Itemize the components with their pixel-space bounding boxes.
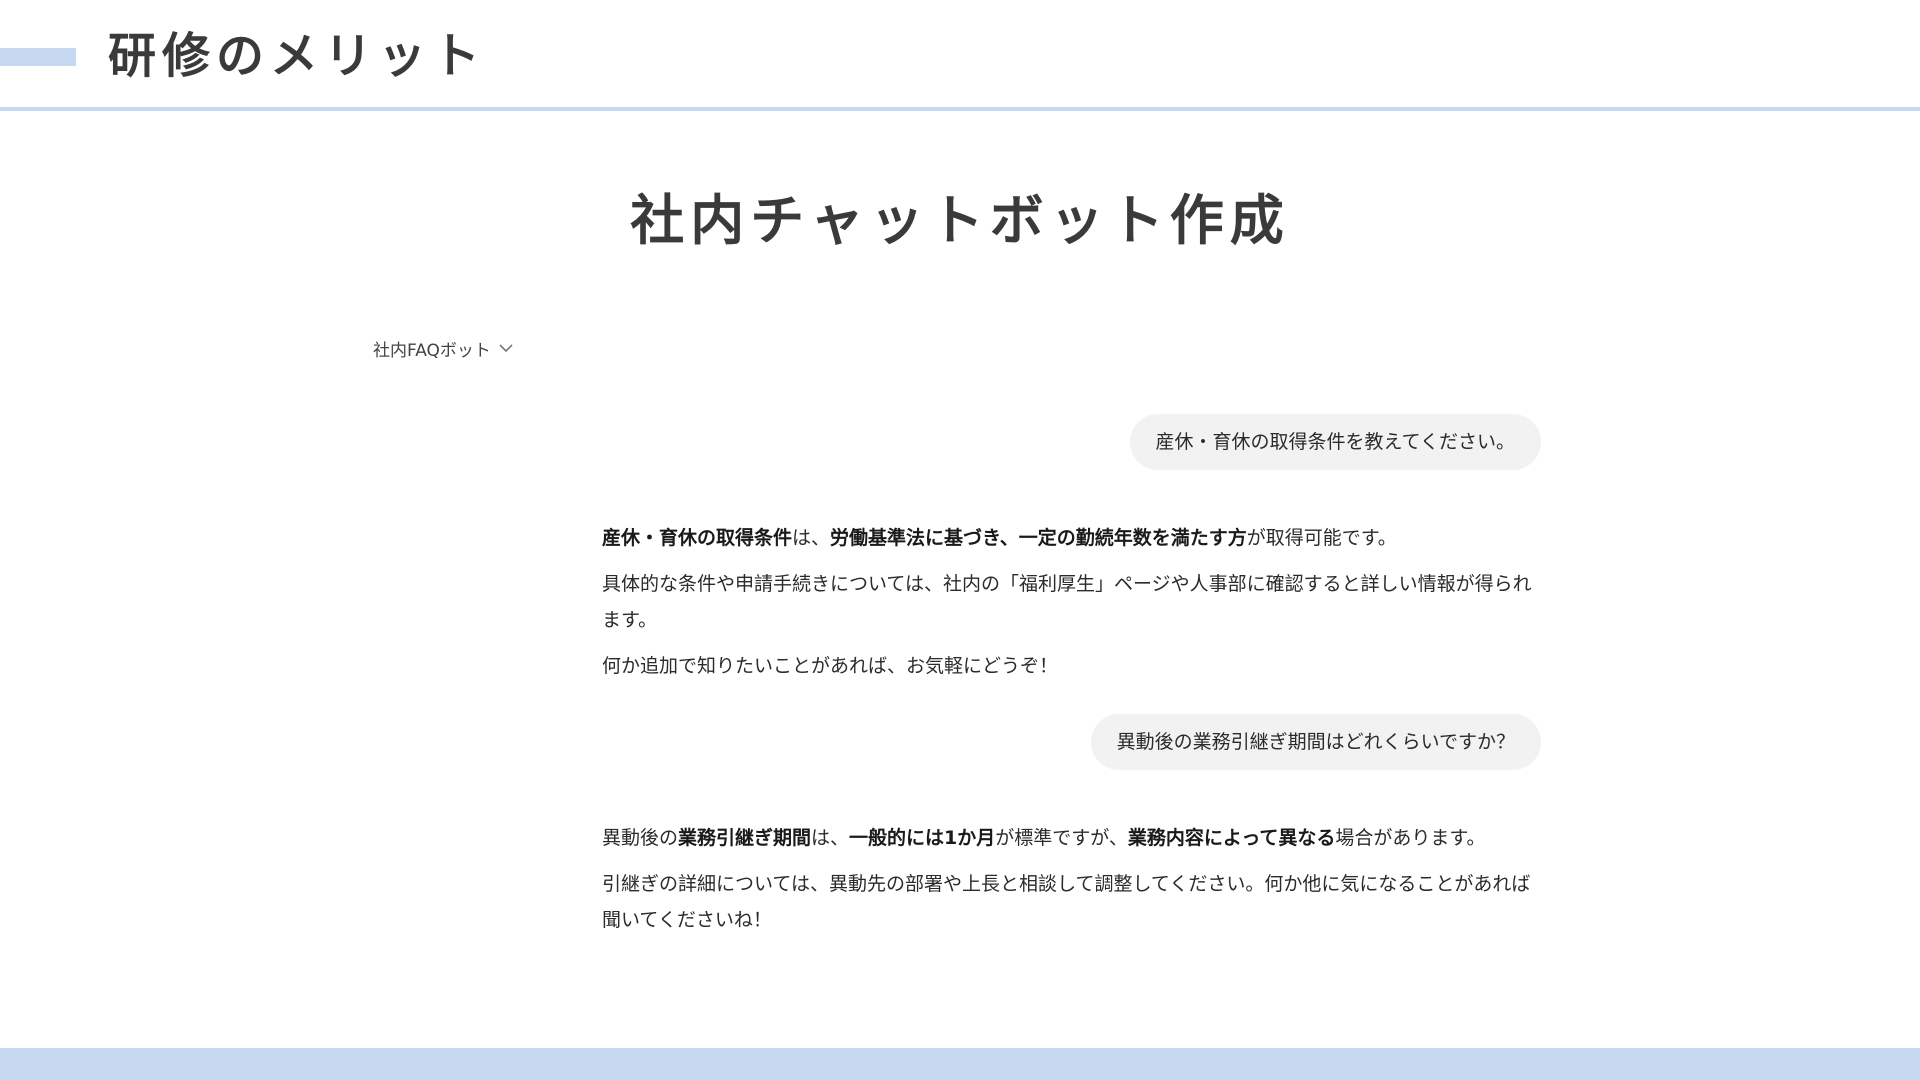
footer-band bbox=[0, 1048, 1920, 1080]
reply-text: が標準ですが、 bbox=[995, 827, 1128, 849]
bold-text: 労働基準法に基づき、一定の勤続年数を満たす方 bbox=[830, 527, 1247, 549]
bot-reply-line: 異動後の業務引継ぎ期間は、一般的には1か月が標準ですが、業務内容によって異なる場… bbox=[602, 820, 1542, 856]
header-accent-bar bbox=[0, 48, 76, 66]
chevron-down-icon bbox=[499, 344, 513, 353]
bold-text: 業務引継ぎ期間 bbox=[678, 827, 812, 849]
bot-reply: 産休・育休の取得条件は、労働基準法に基づき、一定の勤続年数を満たす方が取得可能で… bbox=[602, 520, 1542, 694]
header-divider bbox=[0, 107, 1920, 111]
bot-reply-line: 産休・育休の取得条件は、労働基準法に基づき、一定の勤続年数を満たす方が取得可能で… bbox=[602, 520, 1542, 556]
user-message-bubble: 異動後の業務引継ぎ期間はどれくらいですか？ bbox=[1090, 714, 1541, 770]
slide-header-title: 研修のメリット bbox=[108, 28, 487, 84]
user-message-row: 異動後の業務引継ぎ期間はどれくらいですか？ bbox=[1090, 714, 1541, 770]
bot-selector-dropdown[interactable]: 社内FAQボット bbox=[373, 336, 513, 361]
bold-text: 産休・育休の取得条件 bbox=[602, 527, 793, 549]
reply-text: は、 bbox=[792, 527, 831, 549]
user-message-bubble: 産休・育休の取得条件を教えてください。 bbox=[1129, 414, 1541, 470]
page-title: 社内チャットボット作成 bbox=[630, 189, 1290, 252]
reply-text: は、 bbox=[811, 827, 850, 849]
reply-text: が取得可能です。 bbox=[1246, 527, 1397, 549]
bot-reply-line: 具体的な条件や申請手続きについては、社内の「福利厚生」ページや人事部に確認すると… bbox=[602, 573, 1532, 631]
bot-selector-label: 社内FAQボット bbox=[373, 341, 491, 361]
bot-reply-line: 引継ぎの詳細については、異動先の部署や上長と相談して調整してください。何か他に気… bbox=[602, 873, 1531, 931]
bot-reply: 異動後の業務引継ぎ期間は、一般的には1か月が標準ですが、業務内容によって異なる場… bbox=[602, 820, 1542, 948]
bot-reply-line: 何か追加で知りたいことがあれば、お気軽にどうぞ！ bbox=[602, 655, 1059, 677]
bold-text: 一般的には1か月 bbox=[849, 827, 996, 849]
bold-text: 業務内容によって異なる bbox=[1127, 827, 1336, 849]
reply-text: 場合があります。 bbox=[1335, 827, 1486, 849]
user-message-row: 産休・育休の取得条件を教えてください。 bbox=[1129, 414, 1541, 470]
reply-text: 異動後の bbox=[602, 827, 679, 849]
